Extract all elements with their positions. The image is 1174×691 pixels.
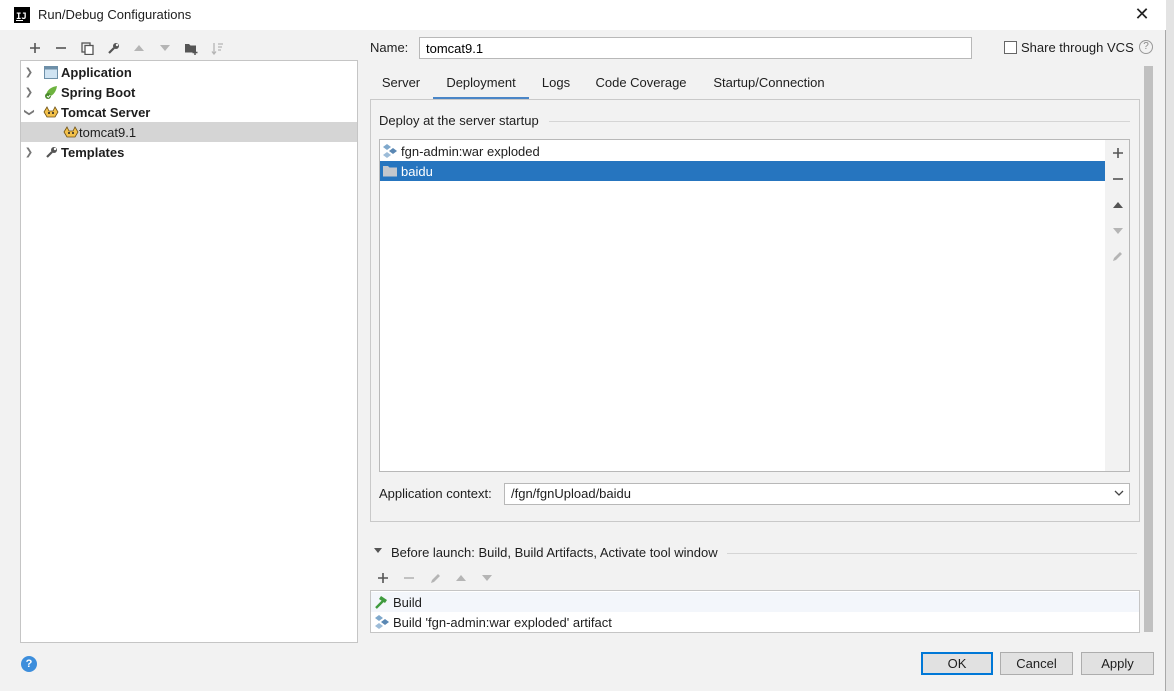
plus-icon[interactable] (1105, 143, 1130, 163)
arrow-up-icon[interactable] (448, 568, 474, 588)
name-input[interactable] (419, 37, 972, 59)
application-icon (43, 64, 59, 80)
minus-icon[interactable] (396, 568, 422, 588)
chevron-down-icon[interactable]: ❯ (24, 105, 35, 119)
arrow-up-icon[interactable] (126, 38, 152, 58)
application-context-combobox[interactable]: /fgn/fgnUpload/baidu (504, 483, 1130, 505)
help-button[interactable]: ? (21, 656, 37, 672)
minus-icon[interactable] (1105, 169, 1130, 189)
tree-item-label: Spring Boot (61, 84, 136, 100)
share-through-vcs[interactable]: Share through VCS (1004, 40, 1134, 55)
application-context-value: /fgn/fgnUpload/baidu (511, 486, 631, 501)
list-item[interactable]: Build 'fgn-admin:war exploded' artifact (371, 612, 1139, 632)
close-icon[interactable]: ✕ (1133, 5, 1151, 23)
arrow-down-icon[interactable] (1105, 221, 1130, 241)
artifact-icon (382, 143, 398, 159)
tab-code-coverage[interactable]: Code Coverage (583, 70, 699, 100)
tree-item-application[interactable]: ❯ Application (21, 62, 357, 82)
arrow-down-icon[interactable] (152, 38, 178, 58)
chevron-right-icon[interactable]: ❯ (22, 87, 36, 98)
wrench-icon[interactable] (100, 38, 126, 58)
chevron-right-icon[interactable]: ❯ (22, 67, 36, 78)
ok-button[interactable]: OK (921, 652, 993, 675)
tree-item-tomcat9-1[interactable]: tomcat9.1 (21, 122, 357, 142)
hammer-icon (374, 594, 390, 610)
artifact-icon (374, 614, 390, 630)
list-item[interactable]: baidu (380, 161, 1105, 181)
name-label: Name: (370, 40, 409, 55)
chevron-down-icon[interactable] (1114, 487, 1124, 499)
divider (727, 553, 1137, 554)
title-bar: IJ Run/Debug Configurations ✕ (0, 0, 1166, 30)
plus-icon[interactable] (370, 568, 396, 588)
tomcat-icon (63, 124, 79, 140)
help-icon[interactable]: ? (1139, 40, 1153, 54)
run-debug-dialog: IJ Run/Debug Configurations ✕ ❯ Applicat… (0, 0, 1166, 691)
tree-item-label: Application (61, 64, 132, 80)
tree-item-label: Templates (61, 144, 125, 160)
collapse-triangle-icon[interactable] (373, 546, 383, 557)
deploy-section-title: Deploy at the server startup (379, 113, 545, 128)
deploy-list: fgn-admin:war exploded baidu (379, 139, 1106, 472)
tree-item-label: tomcat9.1 (79, 124, 137, 140)
copy-icon[interactable] (74, 38, 100, 58)
intellij-logo-icon: IJ (14, 7, 30, 23)
tree-item-label: Tomcat Server (61, 104, 151, 120)
pencil-icon[interactable] (422, 568, 448, 588)
window-title: Run/Debug Configurations (38, 7, 192, 22)
tree-item-templates[interactable]: ❯ Templates (21, 142, 357, 162)
plus-icon[interactable] (22, 38, 48, 58)
minus-icon[interactable] (48, 38, 74, 58)
tree-item-spring-boot[interactable]: ❯ Spring Boot (21, 82, 357, 102)
sort-icon[interactable] (204, 38, 230, 58)
folder-icon (382, 163, 398, 179)
application-context-label: Application context: (379, 486, 492, 501)
folder-add-icon[interactable] (178, 38, 204, 58)
list-item[interactable]: fgn-admin:war exploded (380, 141, 1105, 161)
share-checkbox[interactable] (1004, 41, 1017, 54)
tab-deployment[interactable]: Deployment (433, 70, 529, 100)
deploy-item-label: fgn-admin:war exploded (401, 143, 540, 159)
before-launch-item-label: Build 'fgn-admin:war exploded' artifact (393, 614, 612, 630)
tomcat-icon (43, 104, 59, 120)
tree-item-tomcat-server[interactable]: ❯ Tomcat Server (21, 102, 357, 122)
list-item[interactable]: Build (371, 592, 1139, 612)
chevron-right-icon[interactable]: ❯ (22, 147, 36, 158)
tab-logs[interactable]: Logs (530, 70, 582, 100)
config-toolbar (22, 38, 230, 58)
vertical-scrollbar[interactable] (1144, 66, 1153, 632)
before-launch-item-label: Build (393, 594, 422, 610)
cancel-button[interactable]: Cancel (1000, 652, 1073, 675)
spring-boot-icon (43, 84, 59, 100)
apply-button[interactable]: Apply (1081, 652, 1154, 675)
before-launch-title: Before launch: Build, Build Artifacts, A… (391, 545, 724, 560)
pencil-icon[interactable] (1105, 246, 1130, 266)
divider (549, 121, 1130, 122)
deploy-side-toolbar (1105, 139, 1130, 472)
arrow-down-icon[interactable] (474, 568, 500, 588)
tab-startup-connection[interactable]: Startup/Connection (700, 70, 838, 100)
tab-server[interactable]: Server (370, 70, 432, 100)
before-launch-list: Build Build 'fgn-admin:war exploded' art… (370, 590, 1140, 633)
arrow-up-icon[interactable] (1105, 195, 1130, 215)
config-tree: ❯ Application ❯ Spring Boot ❯ Tomcat Ser… (20, 60, 358, 643)
wrench-icon (43, 144, 59, 160)
share-label: Share through VCS (1021, 40, 1134, 55)
deploy-item-label: baidu (401, 163, 433, 179)
before-launch-toolbar (370, 568, 500, 588)
background-ide (1166, 0, 1174, 691)
